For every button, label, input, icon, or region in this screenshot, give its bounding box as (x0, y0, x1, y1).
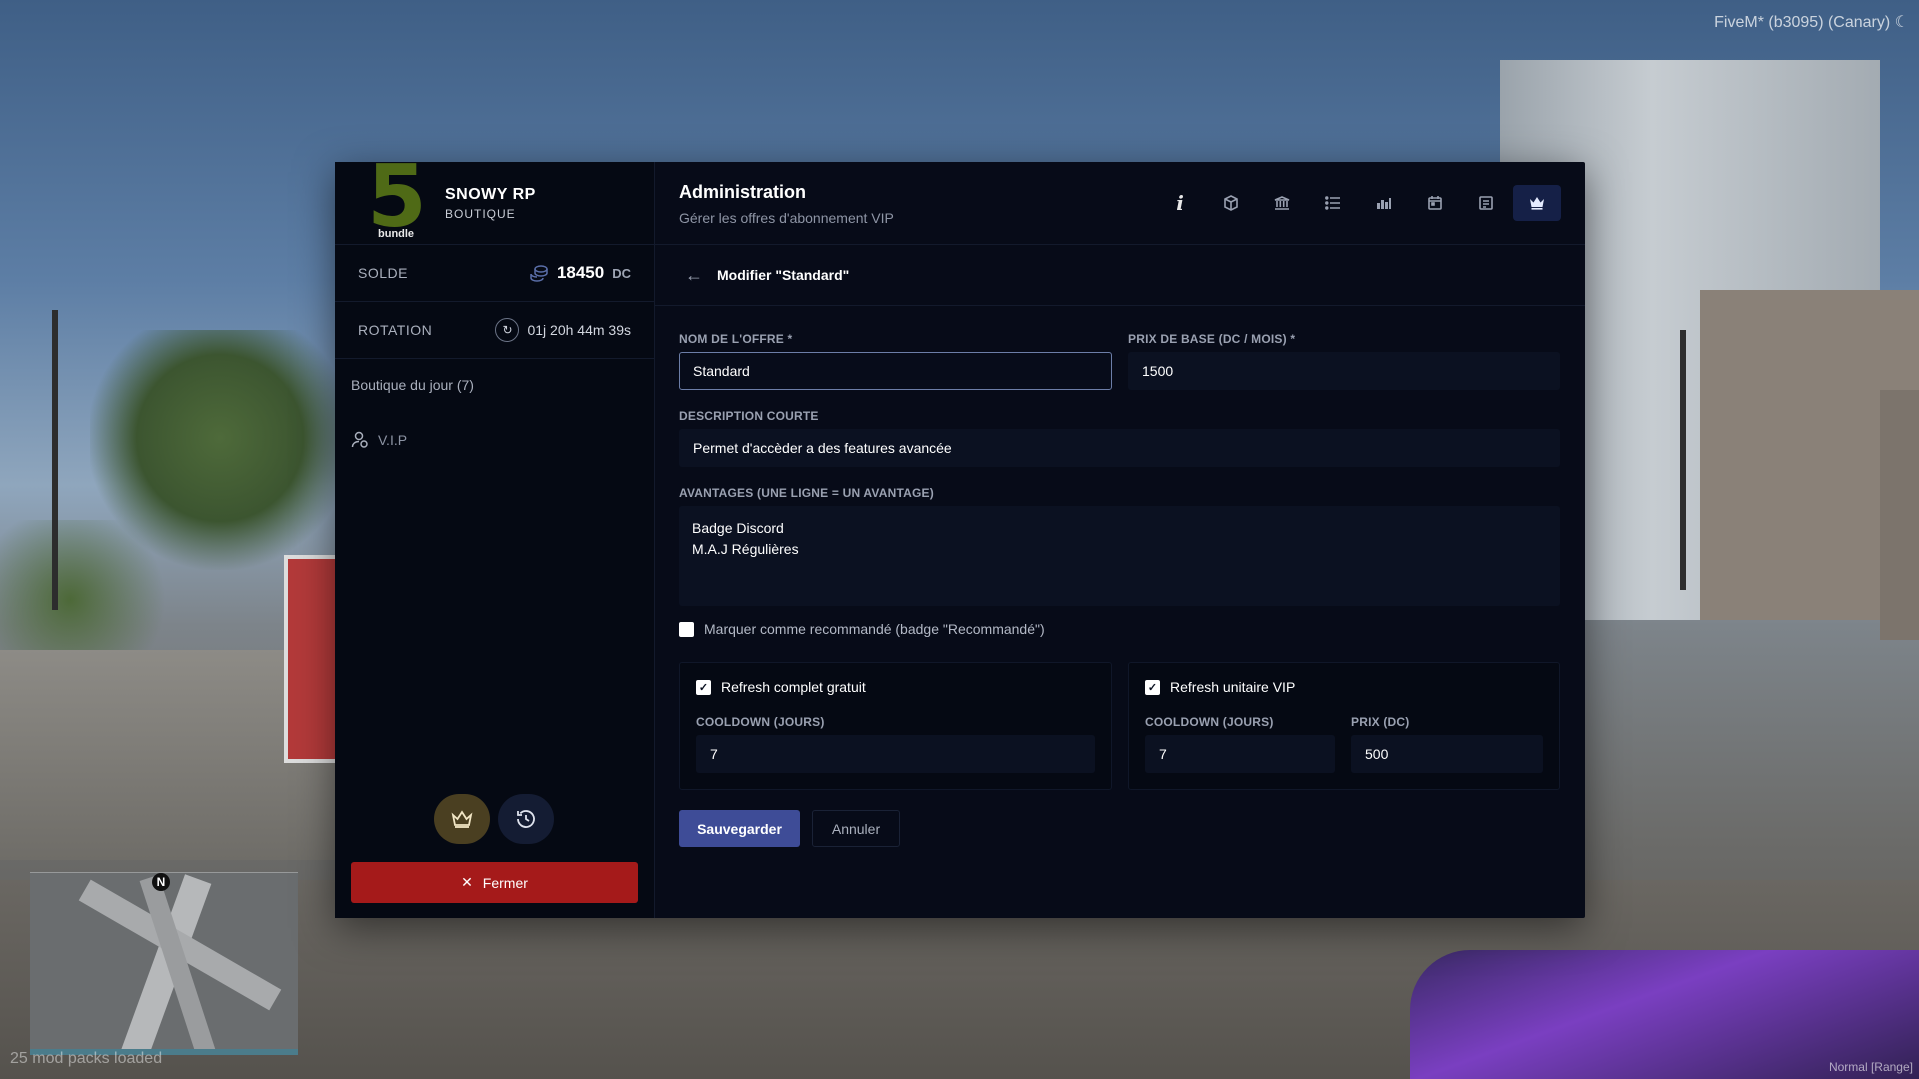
calendar-button[interactable] (1411, 185, 1459, 221)
calendar-icon (1428, 196, 1442, 210)
admin-toolbar: i (1156, 185, 1561, 221)
box-icon (1224, 195, 1238, 211)
close-icon: ✕ (461, 874, 473, 890)
rotation-row: ROTATION ↻ 01j 20h 44m 39s (335, 302, 654, 359)
coins-icon (530, 265, 548, 282)
offer-name-label: NOM DE L'OFFRE * (679, 332, 793, 346)
short-description-input[interactable]: Permet d'accèder a des features avancée (679, 429, 1560, 467)
recommended-checkbox[interactable] (679, 621, 694, 637)
cancel-button[interactable]: Annuler (812, 810, 900, 847)
panel-header: Administration Gérer les offres d'abonne… (655, 162, 1585, 245)
refresh-full-cooldown-label: COOLDOWN (JOURS) (696, 715, 825, 729)
background-pole (52, 310, 58, 610)
edit-title: Modifier "Standard" (717, 267, 850, 283)
crown-icon (1530, 197, 1544, 210)
page-title: Administration (679, 182, 807, 202)
refresh-unit-label: Refresh unitaire VIP (1170, 679, 1296, 695)
back-arrow-icon[interactable]: ← (685, 265, 703, 286)
bank-icon (1274, 196, 1290, 210)
balance-row: SOLDE 18450 DC (335, 245, 654, 302)
stats-button[interactable] (1360, 185, 1408, 221)
balance-label: SOLDE (358, 265, 408, 281)
history-button[interactable] (498, 794, 554, 844)
close-label: Fermer (482, 874, 528, 891)
main-panel: Administration Gérer les offres d'abonne… (655, 162, 1585, 918)
list-icon (1325, 196, 1340, 210)
mod-packs-label: 25 mod packs loaded (10, 1050, 163, 1067)
refresh-full-card: ✓ Refresh complet gratuit COOLDOWN (JOUR… (679, 662, 1112, 790)
sidebar-item-label: V.I.P (378, 432, 408, 448)
info-button[interactable]: i (1156, 185, 1204, 221)
save-button[interactable]: Sauvegarder (679, 810, 800, 847)
base-price-input[interactable]: 1500 (1128, 352, 1560, 390)
history-icon (517, 810, 535, 828)
refresh-unit-cooldown-input[interactable]: 7 (1145, 735, 1335, 773)
sidebar: 5 bundle SNOWY RP BOUTIQUE SOLDE 18450 D… (335, 154, 655, 918)
vip-crown-button[interactable] (434, 794, 490, 844)
refresh-full-label: Refresh complet gratuit (721, 679, 866, 695)
voice-range-label: Normal [Range] (1828, 1060, 1913, 1074)
fivem-build-label: FiveM* (b3095) (Canary) ☾ (1714, 14, 1909, 31)
offer-name-input[interactable]: Standard (679, 352, 1112, 390)
brand-header: 5 bundle SNOWY RP BOUTIQUE (335, 154, 654, 245)
refresh-full-cooldown-input[interactable]: 7 (696, 735, 1095, 773)
sidebar-item-vip[interactable]: V.I.P (335, 431, 654, 449)
advantages-label: AVANTAGES (UNE LIGNE = UN AVANTAGE) (679, 486, 934, 500)
rotation-timer: 01j 20h 44m 39s (527, 322, 631, 338)
balance-unit: DC (612, 265, 631, 281)
logs-button[interactable] (1462, 185, 1510, 221)
refresh-unit-toggle[interactable]: ✓ Refresh unitaire VIP (1145, 679, 1295, 695)
logo-word: bundle (378, 228, 415, 240)
brand-subtitle: BOUTIQUE (445, 206, 516, 221)
refresh-unit-price-label: PRIX (DC) (1351, 715, 1410, 729)
vip-tab-button[interactable] (1513, 185, 1561, 221)
refresh-unit-price-input[interactable]: 500 (1351, 735, 1543, 773)
refresh-full-toggle[interactable]: ✓ Refresh complet gratuit (696, 679, 866, 695)
daily-shop-link[interactable]: Boutique du jour (7) (335, 377, 654, 393)
quick-actions (434, 794, 554, 844)
edit-subheader: ← Modifier "Standard" (655, 245, 1585, 306)
refresh-unit-card: ✓ Refresh unitaire VIP COOLDOWN (JOURS) … (1128, 662, 1560, 790)
refresh-unit-cooldown-label: COOLDOWN (JOURS) (1145, 715, 1274, 729)
info-icon: i (1176, 191, 1184, 215)
minimap: N (30, 872, 298, 1055)
background-pole (1680, 330, 1686, 590)
close-button[interactable]: ✕ Fermer (351, 862, 638, 903)
chart-icon (1377, 198, 1391, 209)
short-description-label: DESCRIPTION COURTE (679, 409, 819, 423)
recommended-row[interactable]: Marquer comme recommandé (badge "Recomma… (679, 621, 1045, 637)
list-button[interactable] (1309, 185, 1357, 221)
products-button[interactable] (1207, 185, 1255, 221)
advantage-line: Badge Discord (692, 520, 784, 536)
refresh-full-checkbox[interactable]: ✓ (696, 679, 711, 695)
base-price-label: PRIX DE BASE (DC / MOIS) * (1128, 332, 1296, 346)
minimap-north-icon: N (152, 873, 170, 891)
advantage-line: M.A.J Régulières (692, 541, 799, 557)
server-logo: 5 bundle (367, 154, 437, 244)
advantages-textarea[interactable]: Badge Discord M.A.J Régulières (679, 506, 1560, 606)
background-building (1880, 390, 1919, 640)
recommended-label: Marquer comme recommandé (badge "Recomma… (704, 621, 1045, 637)
refresh-icon: ↻ (495, 318, 520, 342)
crown-icon (451, 810, 473, 828)
balance-value: 18450 (556, 263, 605, 282)
page-subtitle: Gérer les offres d'abonnement VIP (679, 210, 894, 226)
user-icon (351, 431, 368, 448)
background-billboard (284, 555, 342, 763)
log-icon (1479, 196, 1493, 210)
refresh-unit-checkbox[interactable]: ✓ (1145, 679, 1160, 695)
rotation-label: ROTATION (358, 322, 433, 338)
brand-name: SNOWY RP (445, 185, 536, 203)
bank-button[interactable] (1258, 185, 1306, 221)
shop-window: 5 bundle SNOWY RP BOUTIQUE SOLDE 18450 D… (335, 154, 1585, 918)
